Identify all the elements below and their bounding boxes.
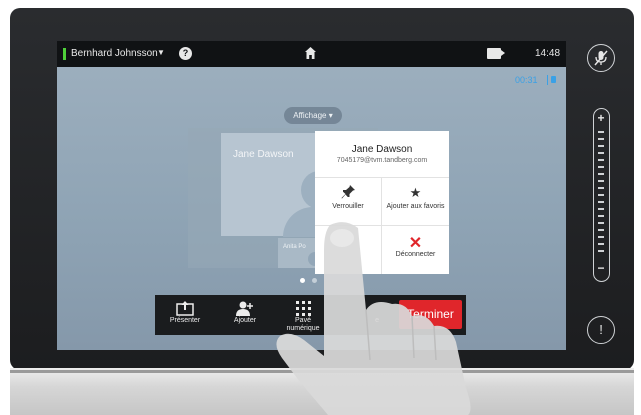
present-button[interactable]: Présenter [161, 295, 209, 335]
camera-icon[interactable] [487, 48, 505, 59]
lock-participant-label: Verrouiller [332, 203, 364, 210]
volume-up-icon[interactable]: + [594, 111, 608, 125]
volume-tick [598, 236, 604, 238]
caller-menu-caret[interactable]: ▼ [157, 48, 165, 57]
hand-pointer-illustration [276, 222, 471, 415]
volume-tick [598, 152, 604, 154]
present-icon [161, 301, 209, 317]
call-timer: 00:31 [515, 75, 538, 85]
divider [547, 75, 548, 85]
volume-tick [598, 208, 604, 210]
popup-participant-name: Jane Dawson [351, 144, 413, 155]
add-participant-label: Ajouter [233, 317, 257, 324]
call-status-indicator [63, 48, 66, 60]
volume-tick [598, 173, 604, 175]
participant-name: Jane Dawson [233, 149, 294, 160]
volume-tick [598, 222, 604, 224]
volume-tick [598, 131, 604, 133]
popup-participant-address: 7045179@tvm.tandberg.com [336, 157, 428, 164]
volume-tick [598, 145, 604, 147]
volume-tick [598, 187, 604, 189]
volume-tick [598, 229, 604, 231]
volume-tick [598, 166, 604, 168]
volume-tick [598, 138, 604, 140]
add-participant-icon [221, 301, 269, 317]
side-controls: + − ! [580, 40, 628, 360]
popup-header: Jane Dawson 7045179@tvm.tandberg.com [315, 131, 449, 178]
layout-button[interactable]: Affichage ▾ [284, 107, 342, 124]
alert-icon[interactable]: ! [587, 316, 615, 344]
help-icon[interactable]: ? [179, 47, 192, 60]
volume-slider[interactable]: + − [593, 108, 610, 282]
present-label: Présenter [169, 317, 201, 324]
volume-tick [598, 159, 604, 161]
volume-tick [598, 201, 604, 203]
status-bar: Bernhard Johnsson ▼ ? 14:48 [57, 41, 566, 67]
caller-name[interactable]: Bernhard Johnsson [71, 48, 158, 59]
volume-down-icon[interactable]: − [594, 261, 608, 275]
volume-tick [598, 250, 604, 252]
add-favorite-label: Ajouter aux favoris [386, 203, 445, 210]
add-participant-button[interactable]: Ajouter [221, 295, 269, 335]
chevron-down-icon: ▾ [328, 111, 333, 120]
microphone-mute-button[interactable] [587, 44, 615, 72]
clock: 14:48 [535, 48, 561, 59]
lock-participant-button[interactable]: Verrouiller [315, 178, 382, 226]
lock-icon [551, 76, 556, 83]
volume-tick [598, 215, 604, 217]
layout-button-label: Affichage [293, 111, 327, 120]
volume-tick [598, 180, 604, 182]
pin-icon [315, 185, 381, 199]
home-icon[interactable] [305, 47, 316, 62]
add-favorite-button[interactable]: ★ Ajouter aux favoris [382, 178, 449, 226]
volume-tick [598, 243, 604, 245]
volume-tick [598, 194, 604, 196]
star-icon: ★ [409, 185, 422, 200]
